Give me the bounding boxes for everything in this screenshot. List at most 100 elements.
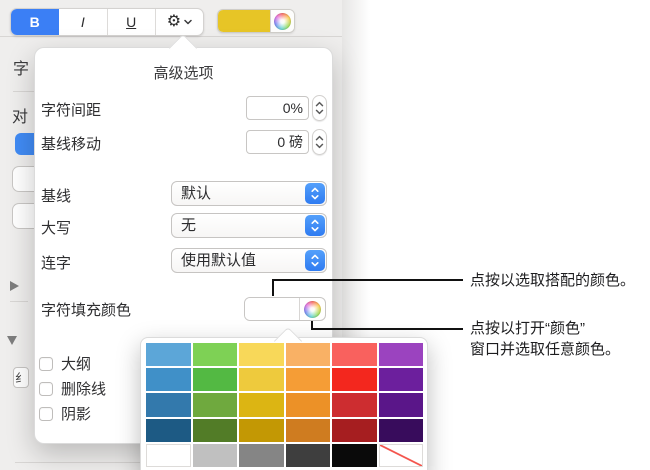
color-swatch[interactable] [332, 343, 377, 366]
current-color-swatch[interactable] [218, 10, 271, 32]
color-swatch[interactable] [146, 343, 191, 366]
partial-button-1[interactable] [12, 166, 36, 192]
annotation-any-color-line2: 窗口并选取任意颜色。 [470, 339, 620, 360]
color-swatch[interactable] [379, 419, 424, 442]
character-fill-color-well [244, 297, 326, 321]
color-swatch[interactable] [332, 419, 377, 442]
annotation-any-color-line1: 点按以打开“颜色” [470, 318, 620, 339]
strikethrough-checkbox-row: 删除线 [39, 378, 106, 399]
color-swatch[interactable] [286, 393, 331, 416]
chevron-down-icon [184, 19, 192, 25]
callout-line-any-color [311, 328, 463, 330]
dropdown-chevrons-icon [305, 215, 325, 236]
disclosure-triangle-collapsed[interactable] [10, 281, 19, 291]
color-swatch[interactable] [332, 393, 377, 416]
capitalization-dropdown-value: 无 [181, 216, 196, 236]
shadow-label: 阴影 [61, 403, 91, 424]
char-spacing-stepper[interactable] [312, 95, 327, 121]
strikethrough-label: 删除线 [61, 378, 106, 399]
text-style-segmented-control: B I U ⚙ [10, 8, 204, 36]
shadow-checkbox-row: 阴影 [39, 403, 91, 424]
outline-checkbox[interactable] [39, 357, 53, 371]
color-swatch[interactable] [332, 368, 377, 391]
dropdown-chevrons-icon [305, 250, 325, 271]
fill-color-label: 字符填充颜色 [41, 299, 131, 320]
ligatures-dropdown[interactable]: 使用默认值 [171, 248, 327, 273]
color-swatch[interactable] [239, 419, 284, 442]
text-color-well[interactable] [217, 9, 295, 33]
screenshot-stage: B I U ⚙ 字 对 纟 高级选项 字符间距 0% 基线移动 0 磅 [0, 0, 650, 470]
color-swatch[interactable] [239, 393, 284, 416]
color-swatch[interactable] [286, 419, 331, 442]
shadow-checkbox[interactable] [39, 407, 53, 421]
ligatures-dropdown-value: 使用默认值 [181, 251, 256, 271]
color-swatch[interactable] [146, 368, 191, 391]
color-swatch[interactable] [193, 343, 238, 366]
partial-button-2[interactable] [12, 203, 36, 229]
color-swatch[interactable] [239, 444, 284, 467]
partial-small-button[interactable]: 纟 [13, 367, 29, 388]
strikethrough-checkbox[interactable] [39, 382, 53, 396]
capitalization-label: 大写 [41, 217, 71, 238]
color-palette-popover [140, 337, 428, 470]
color-swatch[interactable] [193, 393, 238, 416]
underline-button[interactable]: U [108, 9, 156, 35]
baseline-shift-label: 基线移动 [41, 133, 101, 154]
annotation-any-color: 点按以打开“颜色” 窗口并选取任意颜色。 [470, 318, 620, 360]
bold-button[interactable]: B [11, 9, 59, 35]
annotation-matching-color: 点按以选取搭配的颜色。 [470, 270, 635, 291]
color-swatch[interactable] [146, 419, 191, 442]
capitalization-dropdown[interactable]: 无 [171, 213, 327, 238]
color-swatch[interactable] [286, 444, 331, 467]
section-divider [13, 91, 34, 92]
color-swatch[interactable] [379, 368, 424, 391]
popover-title: 高级选项 [35, 62, 332, 83]
color-swatch[interactable] [239, 368, 284, 391]
partial-button-char: 纟 [15, 369, 27, 386]
open-colors-window-button[interactable] [300, 298, 325, 320]
baseline-shift-field[interactable]: 0 磅 [246, 130, 309, 154]
callout-line-matching-color-drop [272, 279, 274, 296]
color-wheel-icon [274, 13, 291, 30]
color-swatch[interactable] [286, 368, 331, 391]
baseline-dropdown[interactable]: 默认 [171, 181, 327, 206]
stepper-chevrons-icon [315, 135, 324, 149]
section-divider [10, 301, 28, 302]
color-swatch[interactable] [146, 393, 191, 416]
toolbar-divider [0, 36, 342, 37]
advanced-options-gear-button[interactable]: ⚙ [156, 9, 203, 35]
color-swatch[interactable] [239, 343, 284, 366]
stepper-chevrons-icon [315, 101, 324, 115]
color-swatch[interactable] [379, 393, 424, 416]
gear-icon: ⚙ [167, 14, 181, 30]
italic-button[interactable]: I [59, 9, 107, 35]
color-swatch[interactable] [193, 368, 238, 391]
baseline-dropdown-value: 默认 [181, 184, 211, 204]
color-swatch[interactable] [332, 444, 377, 467]
palette-grid [146, 343, 423, 467]
outline-label: 大纲 [61, 353, 91, 374]
baseline-label: 基线 [41, 185, 71, 206]
outline-checkbox-row: 大纲 [39, 353, 91, 374]
callout-line-matching-color [272, 279, 463, 281]
color-swatch[interactable] [193, 419, 238, 442]
color-swatch[interactable] [379, 343, 424, 366]
color-swatch[interactable] [193, 444, 238, 467]
disclosure-triangle-expanded[interactable] [7, 336, 17, 345]
matching-color-button[interactable] [245, 298, 300, 320]
italic-label: I [81, 14, 85, 30]
underline-label: U [126, 14, 136, 30]
color-swatch[interactable] [286, 343, 331, 366]
color-wheel-button[interactable] [271, 10, 294, 32]
section-divider [15, 462, 140, 463]
swatch-no-color[interactable] [379, 444, 424, 467]
char-spacing-label: 字符间距 [41, 99, 101, 120]
color-wheel-icon [304, 301, 321, 318]
ligatures-label: 连字 [41, 252, 71, 273]
baseline-shift-stepper[interactable] [312, 129, 327, 155]
font-section-label: 字 [13, 55, 29, 79]
dropdown-chevrons-icon [305, 183, 325, 204]
alignment-section-label: 对 [12, 103, 28, 127]
color-swatch[interactable] [146, 444, 191, 467]
char-spacing-field[interactable]: 0% [246, 96, 309, 120]
